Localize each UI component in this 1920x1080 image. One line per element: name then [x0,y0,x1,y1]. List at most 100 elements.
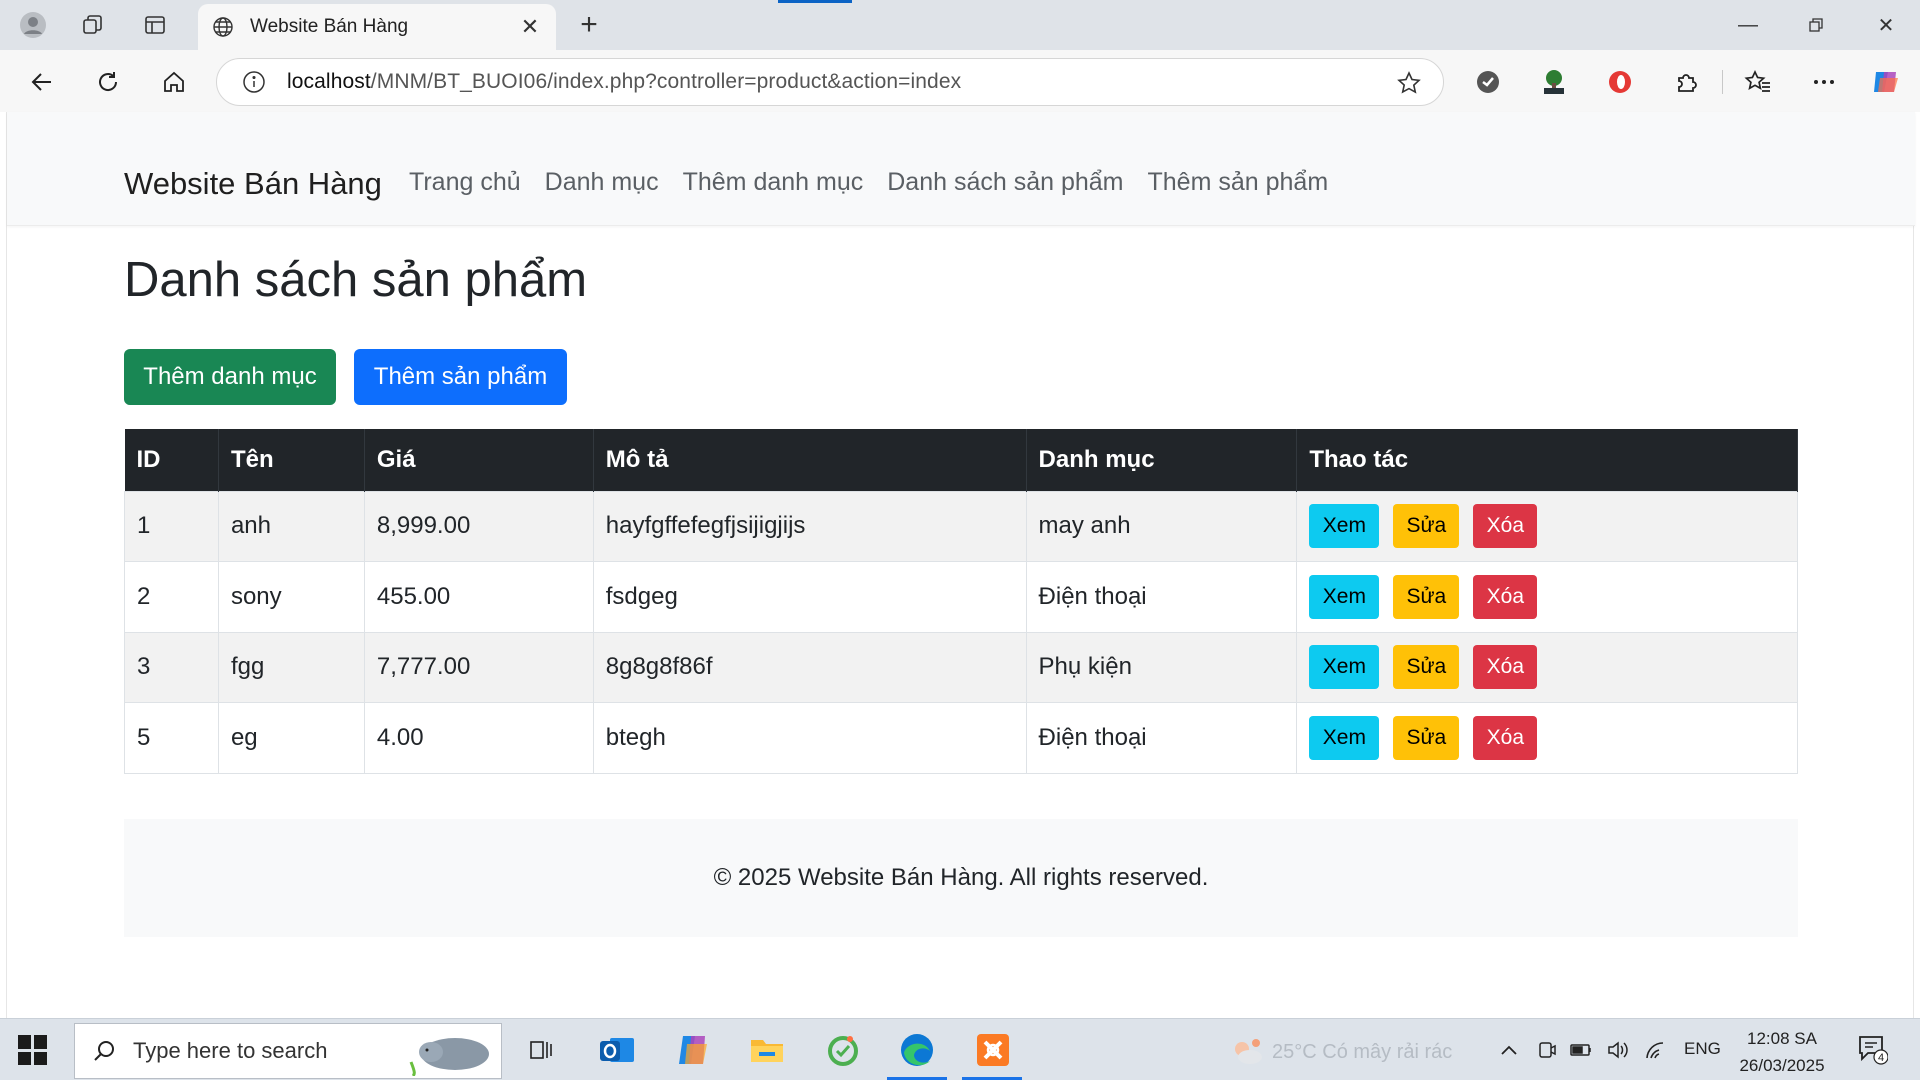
footer-text: © 2025 Website Bán Hàng. All rights rese… [713,864,1209,891]
column-header-name: Tên [218,429,365,491]
toolbar-divider [1722,70,1723,94]
cell-description: 8g8g8f86f [592,631,1027,703]
file-explorer-icon[interactable] [746,1029,788,1071]
favorite-star-icon[interactable] [1395,69,1423,97]
clock-time: 12:08 SA [1747,1029,1817,1048]
column-header-description: Mô tả [593,429,1027,491]
info-icon[interactable] [239,67,269,97]
table-row: 2 sony 455.00 fsdgeg Điện thoại Xem Sửa Xó… [124,561,1798,633]
site-navbar: Website Bán Hàng Trang chủ Danh mục Thêm… [7,112,1915,226]
web-page: Website Bán Hàng Trang chủ Danh mục Thêm… [6,112,1915,1018]
site-brand[interactable]: Website Bán Hàng [124,166,382,202]
column-header-id: ID [124,429,219,491]
nav-link-add-product[interactable]: Thêm sản phẩm [1148,168,1329,197]
view-button[interactable]: Xem [1309,715,1380,760]
browser-toolbar: localhost/MNM/BT_BUOI06/index.php?contro… [0,50,1920,112]
copilot-icon[interactable] [1870,66,1902,98]
home-icon[interactable] [156,64,192,100]
cell-price: 8,999.00 [363,490,594,562]
delete-button[interactable]: Xóa [1473,504,1538,549]
extension-shield-icon[interactable] [1472,66,1504,98]
chevron-up-icon[interactable] [1498,1039,1520,1061]
close-window-icon[interactable]: ✕ [1866,8,1906,42]
nav-link-categories[interactable]: Danh mục [545,168,659,197]
weather-widget[interactable]: 25°C Có mây rải rác [1230,1037,1452,1067]
favorites-icon[interactable] [1742,66,1774,98]
workspaces-icon[interactable] [76,8,110,42]
cell-name: eg [217,702,365,774]
edit-button[interactable]: Sửa [1393,715,1460,760]
address-bar[interactable]: localhost/MNM/BT_BUOI06/index.php?contro… [216,58,1444,106]
search-icon [89,1036,119,1066]
manatee-illustration-icon [401,1028,493,1078]
edge-browser-icon[interactable] [896,1029,938,1071]
extension-opera-icon[interactable] [1604,66,1636,98]
cell-actions: Xem Sửa Xóa [1296,702,1798,774]
globe-icon [210,14,236,40]
system-clock[interactable]: 12:08 SA 26/03/2025 [1728,1025,1836,1079]
active-tab[interactable]: Website Bán Hàng ✕ [198,4,556,50]
tab-title: Website Bán Hàng [250,16,409,37]
view-button[interactable]: Xem [1309,504,1380,549]
wifi-icon[interactable] [1644,1039,1666,1061]
table-row: 5 eg 4.00 btegh Điện thoại Xem Sửa Xóa [124,702,1798,774]
outlook-icon[interactable] [596,1029,638,1071]
table-row: 3 fgg 7,777.00 8g8g8f86f Phụ kiện Xem Sửa… [124,631,1798,703]
edit-button[interactable]: Sửa [1393,645,1460,690]
minimize-icon[interactable]: — [1728,8,1768,42]
nav-links: Trang chủ Danh mục Thêm danh mục Danh sá… [409,168,1352,197]
delete-button[interactable]: Xóa [1473,715,1538,760]
battery-icon[interactable] [1570,1039,1592,1061]
url-text: localhost/MNM/BT_BUOI06/index.php?contro… [287,70,962,93]
tab-actions-icon[interactable] [138,8,172,42]
xampp-icon[interactable] [972,1029,1014,1071]
nav-link-home[interactable]: Trang chủ [409,168,521,197]
cell-id: 2 [124,561,219,633]
edit-button[interactable]: Sửa [1393,504,1460,549]
app-green-icon[interactable] [822,1029,864,1071]
cell-category: Phụ kiện [1025,631,1298,703]
extensions-puzzle-icon[interactable] [1670,66,1702,98]
cell-price: 455.00 [363,561,594,633]
cell-price: 4.00 [363,702,594,774]
weather-cloud-icon [1235,1039,1262,1064]
windows-start-icon[interactable] [18,1035,48,1065]
cell-name: fgg [217,631,365,703]
cell-id: 1 [124,490,219,562]
restore-icon[interactable] [1796,8,1836,42]
volume-icon[interactable] [1606,1039,1628,1061]
extension-tree-icon[interactable] [1538,66,1570,98]
cell-id: 3 [124,631,219,703]
task-view-icon[interactable] [520,1029,562,1071]
column-header-category: Danh mục [1026,429,1298,491]
delete-button[interactable]: Xóa [1473,574,1538,619]
add-category-button[interactable]: Thêm danh mục [124,349,336,405]
view-button[interactable]: Xem [1309,645,1380,690]
plus-icon[interactable]: + [572,8,606,42]
language-indicator[interactable]: ENG [1684,1039,1721,1059]
notification-center-icon[interactable]: 4 [1856,1033,1889,1065]
more-icon[interactable] [1808,66,1840,98]
cell-description: btegh [592,702,1027,774]
view-button[interactable]: Xem [1309,574,1380,619]
product-table: ID Tên Giá Mô tả Danh mục Thao tác 1 anh… [124,429,1798,774]
search-placeholder: Type here to search [133,1038,328,1063]
back-icon[interactable] [24,64,60,100]
refresh-icon[interactable] [90,64,126,100]
add-product-button[interactable]: Thêm sản phẩm [354,349,567,405]
nav-link-product-list[interactable]: Danh sách sản phẩm [887,168,1123,197]
cell-description: fsdgeg [592,561,1027,633]
meet-now-icon[interactable] [1536,1039,1558,1061]
cell-actions: Xem Sửa Xóa [1296,631,1798,703]
nav-link-add-category[interactable]: Thêm danh mục [683,168,864,197]
close-icon[interactable]: ✕ [518,14,542,40]
delete-button[interactable]: Xóa [1473,645,1538,690]
cell-category: may anh [1025,490,1298,562]
cell-name: anh [217,490,365,562]
edit-button[interactable]: Sửa [1393,574,1460,619]
profile-icon[interactable] [16,8,50,42]
cell-name: sony [217,561,365,633]
column-header-actions: Thao tác [1296,429,1798,491]
taskbar-search-box[interactable]: Type here to search [74,1023,502,1079]
copilot-app-icon[interactable] [672,1029,714,1071]
